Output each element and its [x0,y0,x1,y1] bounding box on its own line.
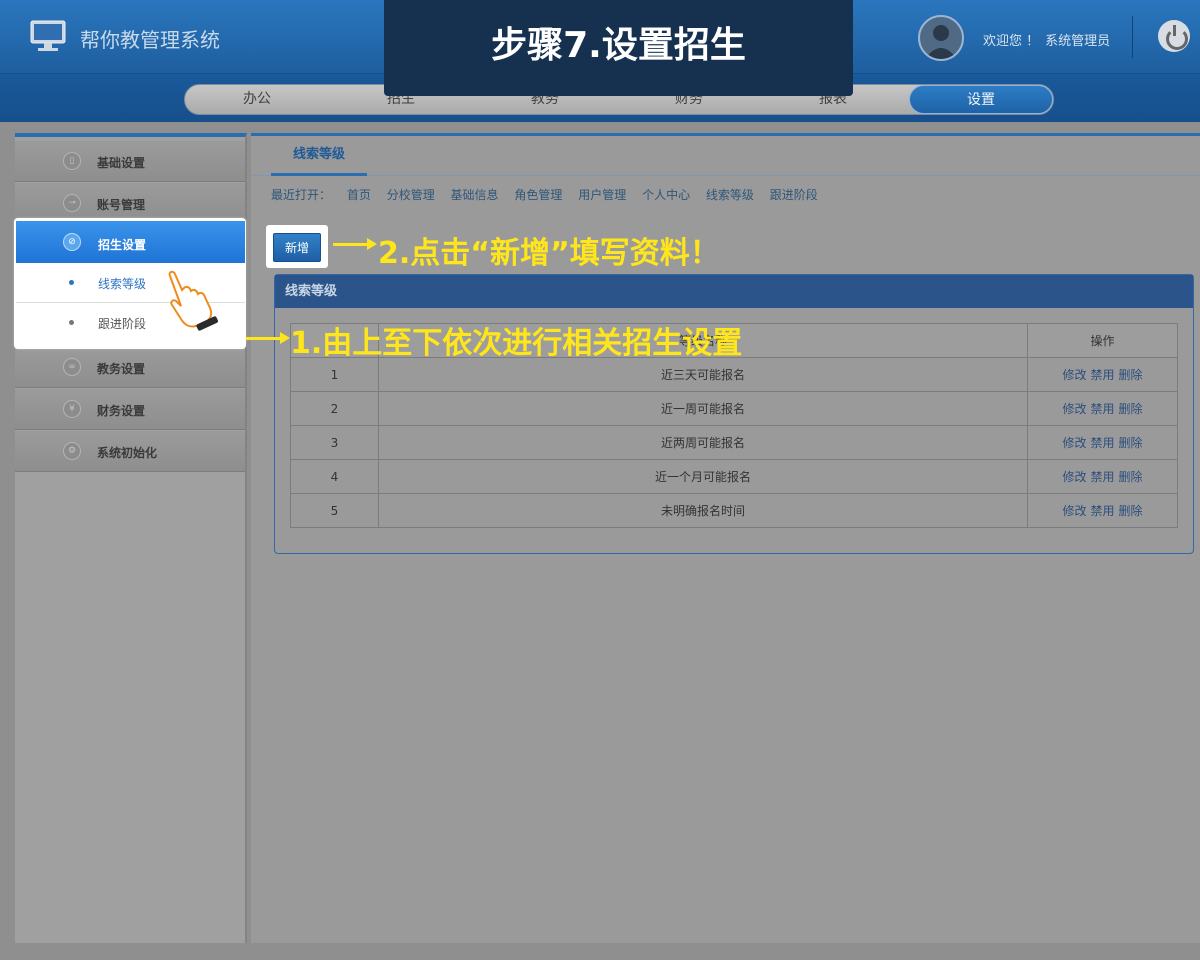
row-actions: 修改 禁用 删除 [1027,357,1178,392]
row-index: 2 [290,391,379,426]
annotation-arrow-sidebar [246,332,290,344]
disable-link[interactable]: 禁用 [1090,368,1114,382]
edit-link[interactable]: 修改 [1062,436,1086,450]
delete-link[interactable]: 删除 [1119,402,1143,416]
row-index: 3 [290,425,379,460]
recent-link-clue-level[interactable]: 线索等级 [706,188,754,202]
edit-link[interactable]: 修改 [1062,402,1086,416]
table-row: 5 未明确报名时间 修改 禁用 删除 [290,493,1178,528]
panel-title: 线索等级 [275,275,1193,308]
nav-tab-settings[interactable]: 设置 [909,85,1053,114]
row-name: 近一个月可能报名 [378,459,1028,494]
row-index: 1 [290,357,379,392]
recent-link-home[interactable]: 首页 [347,188,371,202]
sidebar-item-academic-settings[interactable]: ∞ 教务设置 [15,347,245,388]
user-settings-icon: ⚙ [63,442,81,460]
sidebar-item-label: 财务设置 [97,404,146,418]
edit-link[interactable]: 修改 [1062,368,1086,382]
recent-link-profile[interactable]: 个人中心 [642,188,690,202]
row-name: 未明确报名时间 [378,493,1028,528]
table-row: 2 近一周可能报名 修改 禁用 删除 [290,391,1178,426]
recent-link-roles[interactable]: 角色管理 [514,188,562,202]
header-divider [1132,16,1133,58]
row-index: 4 [290,459,379,494]
nav-tab-office[interactable]: 办公 [185,85,329,114]
avatar[interactable] [918,15,964,61]
row-name: 近一周可能报名 [378,391,1028,426]
edit-link[interactable]: 修改 [1062,470,1086,484]
sidebar-item-label: 招生设置 [98,238,147,252]
delete-link[interactable]: 删除 [1119,504,1143,518]
column-header-actions: 操作 [1027,323,1178,358]
bullet-icon [69,320,74,325]
content-tab-bar [251,136,1200,176]
disable-link[interactable]: 禁用 [1090,436,1114,450]
disable-link[interactable]: 禁用 [1090,504,1114,518]
table-row: 4 近一个月可能报名 修改 禁用 删除 [290,459,1178,494]
recent-link-users[interactable]: 用户管理 [578,188,626,202]
sidebar-item-enrollment-settings[interactable]: ⊘ 招生设置 [16,221,245,263]
user-name[interactable]: 系统管理员 [1045,34,1110,49]
sidebar-item-label: 教务设置 [97,362,146,376]
sidebar-subitem-label: 线索等级 [98,277,147,291]
recent-label: 最近打开： [271,188,332,202]
row-actions: 修改 禁用 删除 [1027,391,1178,426]
sidebar-subitem-label: 跟进阶段 [98,317,147,331]
pointing-hand-icon [168,270,219,331]
user-avatar-icon [925,25,957,59]
recent-links: 最近打开： 首页 分校管理 基础信息 角色管理 用户管理 个人中心 线索等级 跟… [271,186,830,203]
document-icon: ▯ [63,152,81,170]
sidebar-item-system-init[interactable]: ⚙ 系统初始化 [15,431,245,472]
logout-power-icon[interactable] [1158,20,1190,52]
row-name: 近三天可能报名 [378,357,1028,392]
welcome-text: 欢迎您 ！ [983,34,1040,49]
row-actions: 修改 禁用 删除 [1027,425,1178,460]
recent-link-branch[interactable]: 分校管理 [387,188,435,202]
table-row: 1 近三天可能报名 修改 禁用 删除 [290,357,1178,392]
delete-link[interactable]: 删除 [1119,436,1143,450]
monitor-icon [30,20,66,51]
key-icon: ⊸ [63,194,81,212]
app-title: 帮你教管理系统 [80,28,220,52]
delete-link[interactable]: 删除 [1119,368,1143,382]
row-actions: 修改 禁用 删除 [1027,493,1178,528]
add-button[interactable]: 新增 [273,233,321,262]
step-title-banner: 步骤7.设置招生 [384,0,853,96]
recent-link-follow-stage[interactable]: 跟进阶段 [770,188,818,202]
annotation-arrow-add [333,238,377,250]
yen-icon: ¥ [63,400,81,418]
sidebar-item-label: 系统初始化 [97,446,158,460]
disable-link[interactable]: 禁用 [1090,402,1114,416]
annotation-step1: 1.由上至下依次进行相关招生设置 [290,326,743,361]
recent-link-basic-info[interactable]: 基础信息 [451,188,499,202]
sidebar-item-finance-settings[interactable]: ¥ 财务设置 [15,389,245,430]
disable-link[interactable]: 禁用 [1090,470,1114,484]
welcome-message: 欢迎您 ！ 系统管理员 [983,30,1110,49]
paperclip-icon: ⊘ [63,233,81,251]
row-index: 5 [290,493,379,528]
sidebar-item-label: 基础设置 [97,156,146,170]
edit-link[interactable]: 修改 [1062,504,1086,518]
sidebar-item-label: 账号管理 [97,198,146,212]
link-icon: ∞ [63,358,81,376]
row-actions: 修改 禁用 删除 [1027,459,1178,494]
sidebar-item-basic-settings[interactable]: ▯ 基础设置 [15,141,245,182]
table-row: 3 近两周可能报名 修改 禁用 删除 [290,425,1178,460]
annotation-step2: 2.点击“新增”填写资料！ [378,236,720,271]
bullet-icon [69,280,74,285]
tab-clue-level[interactable]: 线索等级 [271,136,367,176]
row-name: 近两周可能报名 [378,425,1028,460]
delete-link[interactable]: 删除 [1119,470,1143,484]
